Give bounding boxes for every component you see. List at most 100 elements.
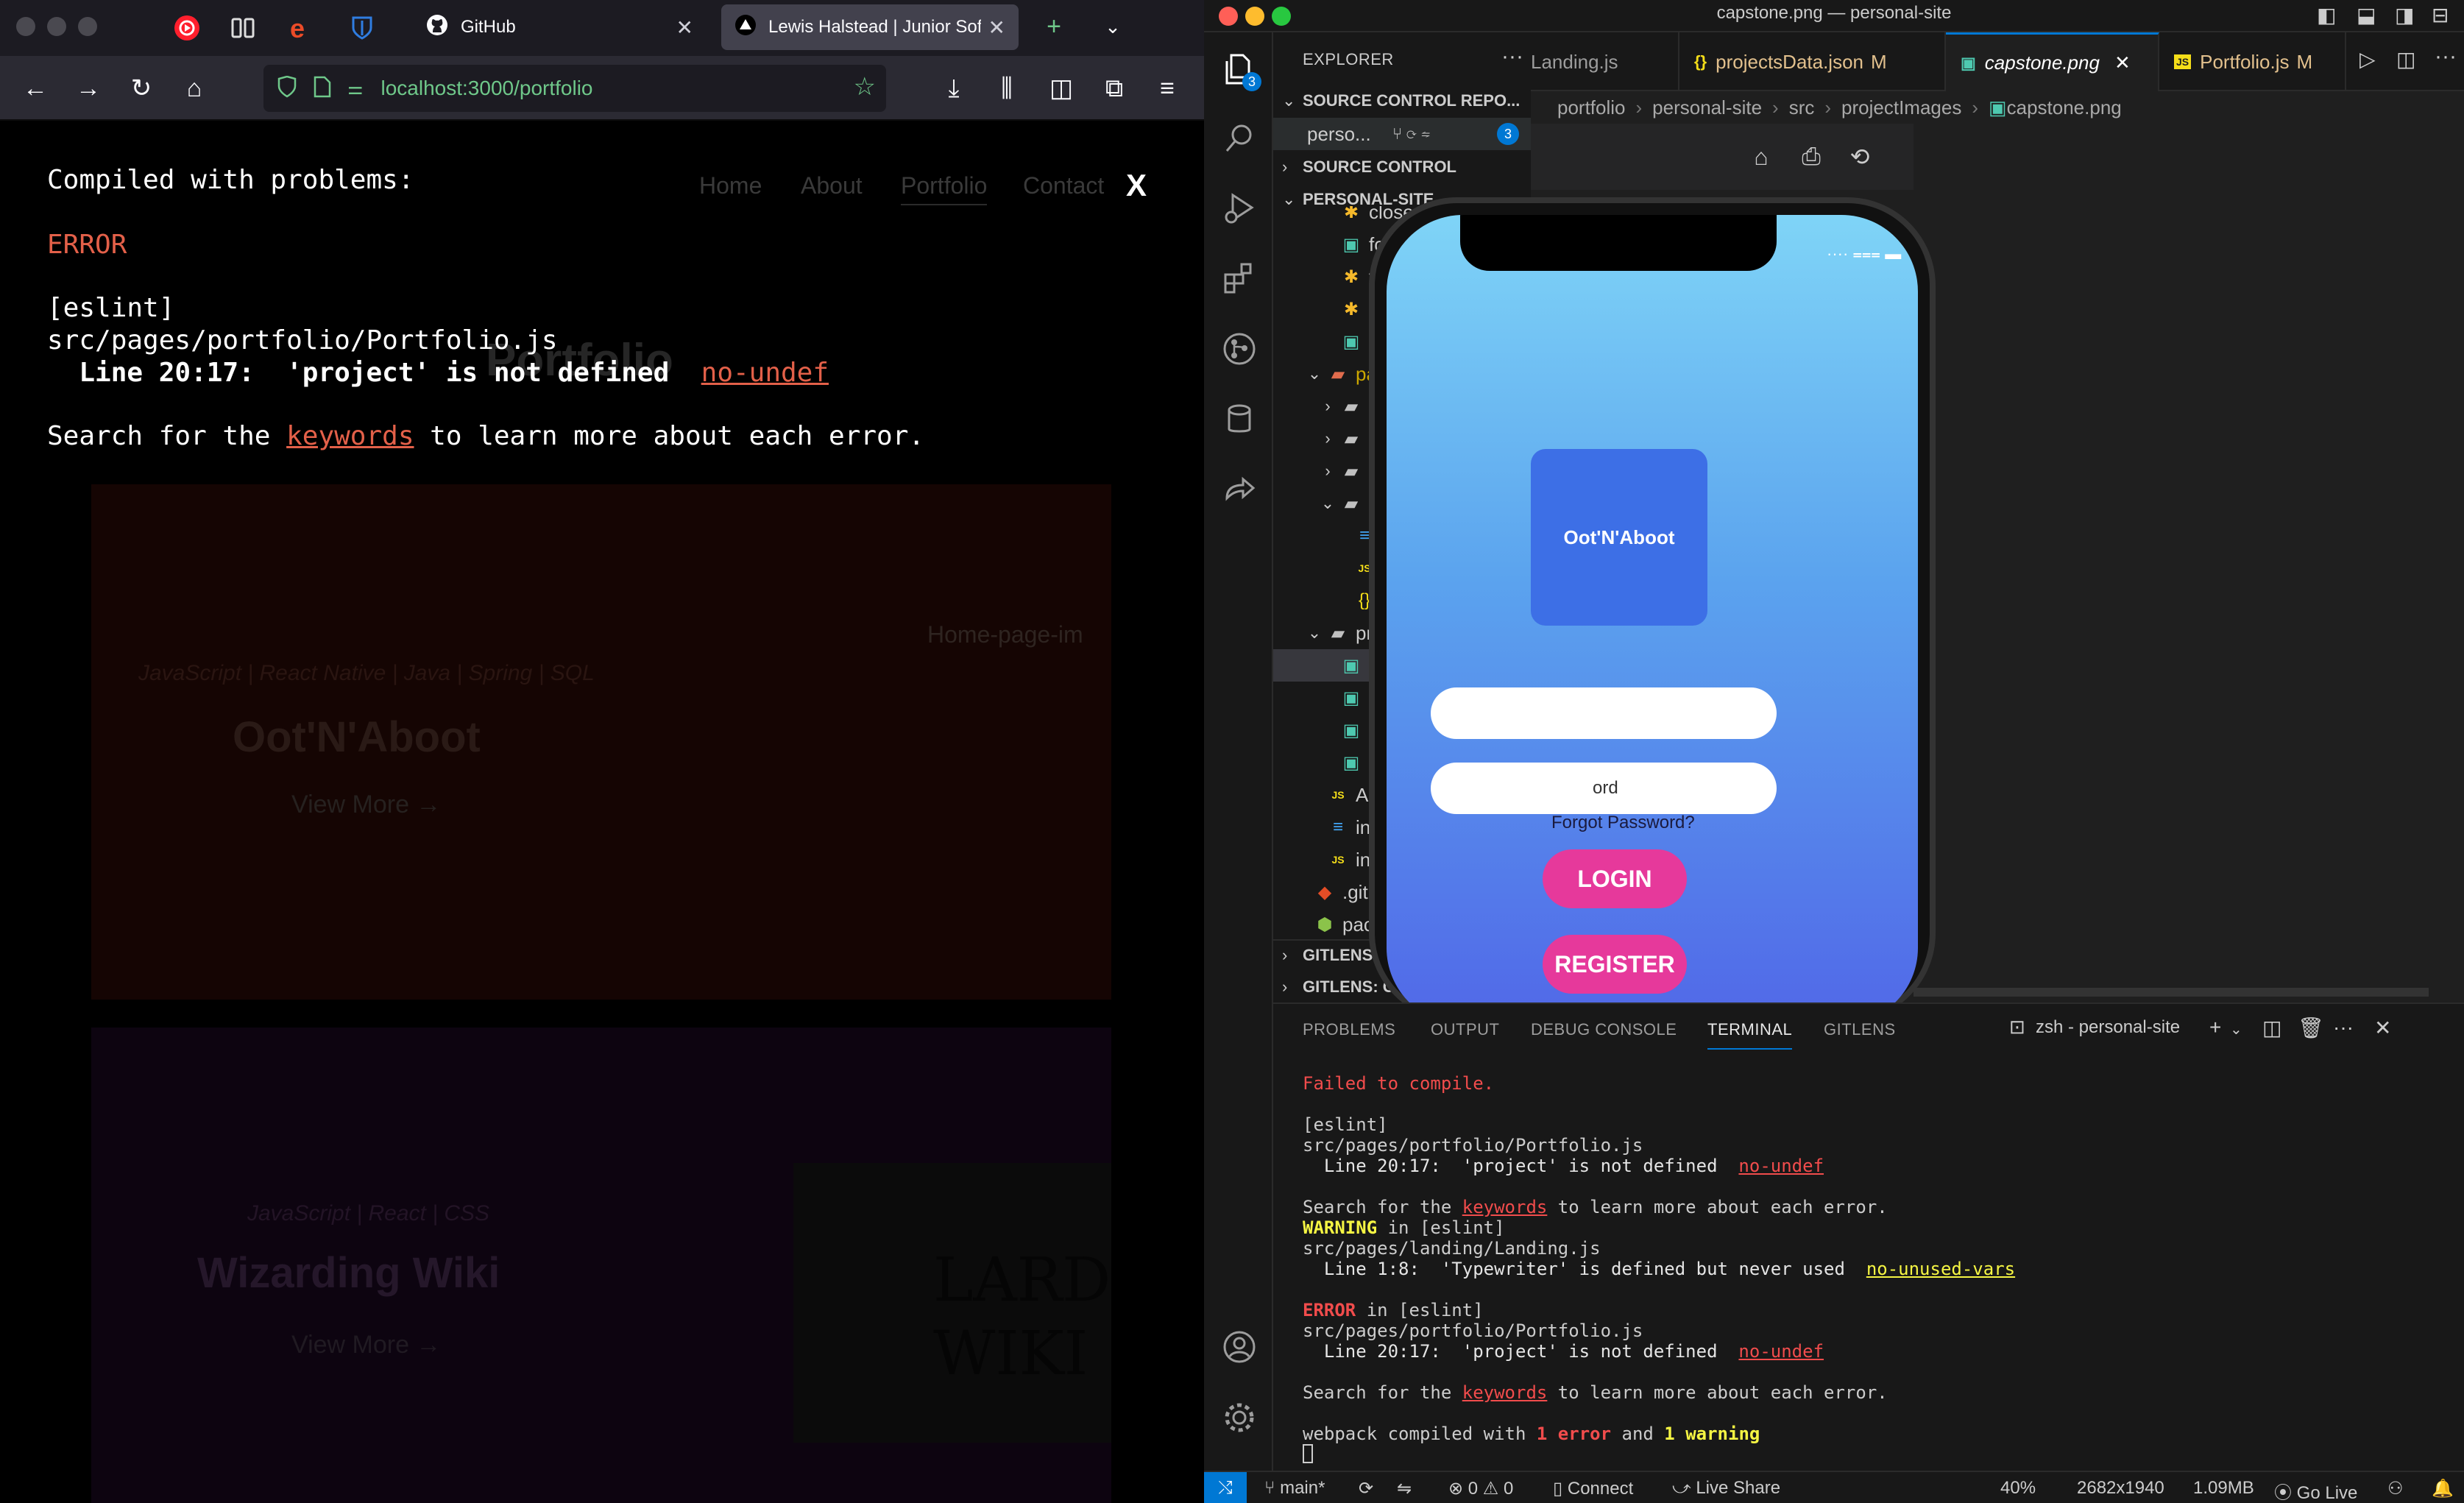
- hamburger-menu-icon[interactable]: ≡: [1150, 71, 1185, 106]
- sync-icon[interactable]: ⟳: [1359, 1478, 1373, 1499]
- terminal-link[interactable]: no-unused-vars: [1866, 1259, 2015, 1279]
- chevron-down-icon[interactable]: ⌄: [1317, 494, 1338, 513]
- home-icon[interactable]: ⌂: [1744, 140, 1778, 174]
- shield-icon[interactable]: [277, 75, 297, 102]
- database-icon[interactable]: [1220, 400, 1258, 439]
- library-icon[interactable]: ⫼: [989, 71, 1024, 106]
- window-close-light[interactable]: [16, 17, 35, 36]
- reload-icon[interactable]: ↻: [124, 71, 159, 106]
- terminal-line: Failed to compile.: [1303, 1073, 1495, 1094]
- more-actions-icon[interactable]: ···: [2333, 1016, 2354, 1039]
- tab-projectsdata-json[interactable]: {} projectsData.json M: [1679, 32, 1946, 91]
- bookmark-star-icon[interactable]: ☆: [854, 72, 876, 102]
- terminal-link[interactable]: keywords: [1462, 1382, 1548, 1403]
- go-live-item[interactable]: ⦿ Go Live: [2274, 1478, 2357, 1503]
- scm-repos-section[interactable]: ⌄ SOURCE CONTROL REPO...: [1273, 85, 1531, 116]
- tab-terminal[interactable]: TERMINAL: [1707, 1020, 1793, 1050]
- branch-indicator[interactable]: ⑂ main*: [1264, 1478, 1325, 1499]
- office-pinned-tab[interactable]: e: [283, 9, 321, 47]
- chevron-down-icon[interactable]: ⌄: [2230, 1020, 2242, 1039]
- breadcrumb-item[interactable]: portfolio: [1557, 96, 1626, 119]
- run-icon[interactable]: ▷: [2359, 47, 2376, 71]
- downloads-icon[interactable]: ⤓: [936, 71, 971, 106]
- chevron-right-icon[interactable]: ›: [1317, 397, 1338, 416]
- permissions-icon[interactable]: ⚌: [347, 78, 364, 99]
- customize-layout-icon[interactable]: ⊟: [2432, 3, 2449, 27]
- accounts-icon[interactable]: [1220, 1328, 1258, 1366]
- overlay-close-button[interactable]: X: [1126, 168, 1147, 203]
- tab-close-icon[interactable]: ✕: [2114, 52, 2131, 74]
- terminal-link[interactable]: keywords: [1462, 1197, 1548, 1217]
- chevron-right-icon[interactable]: ›: [1317, 429, 1338, 448]
- breadcrumb-item[interactable]: personal-site: [1652, 96, 1762, 119]
- trash-icon[interactable]: 🗑: [2298, 1016, 2324, 1040]
- explorer-files-icon[interactable]: 3: [1220, 50, 1261, 91]
- run-debug-icon[interactable]: [1220, 188, 1258, 227]
- chevron-right-icon[interactable]: ›: [1317, 461, 1338, 481]
- tab-output[interactable]: OUTPUT: [1431, 1020, 1499, 1039]
- remote-indicator-icon[interactable]: ⤭: [1204, 1472, 1247, 1503]
- tab-close-icon[interactable]: ✕: [676, 15, 693, 40]
- window-zoom-light[interactable]: [78, 17, 97, 36]
- live-share-item[interactable]: ⤻ Live Share: [1672, 1478, 1780, 1499]
- url-text[interactable]: localhost:3000/portfolio: [381, 77, 593, 100]
- breadcrumb-item[interactable]: capstone.png: [2007, 96, 2122, 119]
- split-editor-icon[interactable]: ◫: [2396, 47, 2415, 71]
- extensions-puzzle-icon[interactable]: ⧉: [1097, 71, 1132, 106]
- toggle-secondary-sidebar-icon[interactable]: ◨: [2395, 3, 2414, 27]
- horizontal-scrollbar[interactable]: [1914, 988, 2429, 997]
- chevron-down-icon[interactable]: ⌄: [1304, 623, 1325, 643]
- gitlens-status-icon[interactable]: ⇋: [1397, 1478, 1412, 1499]
- connect-item[interactable]: ▯ Connect: [1553, 1478, 1633, 1499]
- sidebar-toggle-icon[interactable]: ◫: [1044, 71, 1079, 106]
- toggle-primary-sidebar-icon[interactable]: ◧: [2317, 3, 2336, 27]
- tab-capstone-png[interactable]: ▣ capstone.png ✕: [1946, 32, 2159, 91]
- new-tab-plus-icon[interactable]: +: [1036, 9, 1072, 44]
- search-icon[interactable]: [1220, 119, 1258, 158]
- toggle-panel-icon[interactable]: ⬓: [2357, 3, 2376, 27]
- back-arrow-icon[interactable]: ←: [18, 71, 53, 106]
- tab-portfolio-js[interactable]: JS Portfolio.js M: [2159, 32, 2346, 91]
- terminal-link[interactable]: no-undef: [1738, 1341, 1824, 1362]
- youtube-music-pinned-tab[interactable]: [168, 9, 206, 47]
- tab-debug-console[interactable]: DEBUG CONSOLE: [1531, 1020, 1677, 1039]
- forward-arrow-icon[interactable]: →: [71, 71, 106, 106]
- new-terminal-plus-icon[interactable]: +: [2209, 1016, 2221, 1039]
- screenshot-camera-icon[interactable]: ⎙: [1794, 140, 1828, 174]
- problems-indicator[interactable]: ⊗ 0 ⚠ 0: [1448, 1478, 1513, 1499]
- tab-gitlens[interactable]: GITLENS: [1824, 1020, 1896, 1039]
- split-view-pinned-tab[interactable]: [224, 9, 262, 47]
- tab-github[interactable]: GitHub ✕: [412, 4, 707, 50]
- tab-landing-js[interactable]: Landing.js: [1516, 32, 1679, 91]
- close-panel-icon[interactable]: ✕: [2374, 1016, 2391, 1040]
- breadcrumb-item[interactable]: projectImages: [1841, 96, 1961, 119]
- gitlens-icon[interactable]: [1220, 330, 1258, 368]
- terminal-instance-label[interactable]: zsh - personal-site: [2036, 1017, 2180, 1038]
- rule-link[interactable]: no-undef: [701, 358, 829, 388]
- settings-gear-icon[interactable]: [1220, 1398, 1258, 1437]
- tab-portfolio-active[interactable]: Lewis Halstead | Junior Softw ✕: [721, 4, 1019, 50]
- page-icon[interactable]: [314, 76, 331, 102]
- tab-close-icon[interactable]: ✕: [988, 15, 1005, 40]
- list-all-tabs-chevron-icon[interactable]: ⌄: [1095, 9, 1130, 44]
- accounts-status-icon[interactable]: ⚇: [2387, 1478, 2404, 1499]
- window-minimize-light[interactable]: [47, 17, 66, 36]
- live-share-icon[interactable]: [1220, 471, 1258, 509]
- terminal-link[interactable]: no-undef: [1738, 1156, 1824, 1176]
- branch-sync-icons[interactable]: ⑂ ⟳ ⇋: [1392, 124, 1431, 144]
- rotate-icon[interactable]: ⟲: [1843, 140, 1877, 174]
- tab-problems[interactable]: PROBLEMS: [1303, 1020, 1395, 1039]
- home-icon[interactable]: ⌂: [177, 71, 212, 106]
- source-control-section[interactable]: › SOURCE CONTROL: [1273, 152, 1531, 183]
- chevron-down-icon[interactable]: ⌄: [1304, 364, 1325, 383]
- scm-repo-row[interactable]: perso... ⑂ ⟳ ⇋ 3: [1273, 118, 1531, 150]
- url-bar[interactable]: ⚌ localhost:3000/portfolio ☆: [263, 65, 886, 112]
- zoom-level[interactable]: 40%: [2000, 1478, 2036, 1499]
- split-terminal-icon[interactable]: ◫: [2262, 1016, 2281, 1040]
- notifications-bell-icon[interactable]: 🔔: [2432, 1478, 2454, 1499]
- extensions-icon[interactable]: [1220, 259, 1258, 297]
- more-actions-icon[interactable]: ···: [2435, 44, 2457, 69]
- bitwarden-pinned-tab[interactable]: [343, 9, 381, 47]
- breadcrumb-item[interactable]: src: [1789, 96, 1815, 119]
- keywords-link[interactable]: keywords: [286, 421, 414, 451]
